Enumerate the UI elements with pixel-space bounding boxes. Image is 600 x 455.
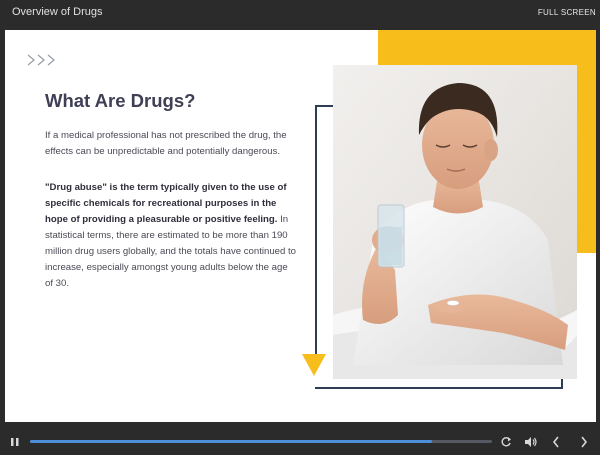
frame-line-right xyxy=(561,379,563,389)
title-bar: Overview of Drugs FULL SCREEN xyxy=(0,0,600,28)
body-paragraph: "Drug abuse" is the term typically given… xyxy=(45,180,297,292)
previous-icon[interactable] xyxy=(552,436,560,448)
pause-icon[interactable] xyxy=(10,437,20,447)
body-paragraph-bold: "Drug abuse" is the term typically given… xyxy=(45,182,287,225)
chevrons-decoration xyxy=(27,54,56,66)
volume-icon[interactable] xyxy=(524,436,538,448)
progress-bar[interactable] xyxy=(30,440,492,443)
chevron-right-icon xyxy=(37,54,46,66)
replay-icon[interactable] xyxy=(500,436,512,448)
man-photo xyxy=(333,65,577,379)
frame-line-left xyxy=(315,105,317,357)
fullscreen-button[interactable]: FULL SCREEN xyxy=(538,8,596,17)
slide: What Are Drugs? If a medical professiona… xyxy=(5,30,596,422)
triangle-marker xyxy=(302,354,326,376)
intro-paragraph: If a medical professional has not prescr… xyxy=(45,130,287,157)
frame-line-bottom xyxy=(315,387,563,389)
frame-line-top xyxy=(315,105,335,107)
man-holding-water-and-pills-photo xyxy=(333,65,577,379)
chevron-right-icon xyxy=(27,54,36,66)
body-paragraph-rest: In statistical terms, there are estimate… xyxy=(45,214,297,289)
chevron-right-icon xyxy=(47,54,56,66)
progress-fill xyxy=(30,440,432,443)
course-title: Overview of Drugs xyxy=(12,6,103,18)
player-controls xyxy=(0,428,600,455)
next-icon[interactable] xyxy=(580,436,588,448)
slide-heading: What Are Drugs? xyxy=(45,90,196,111)
